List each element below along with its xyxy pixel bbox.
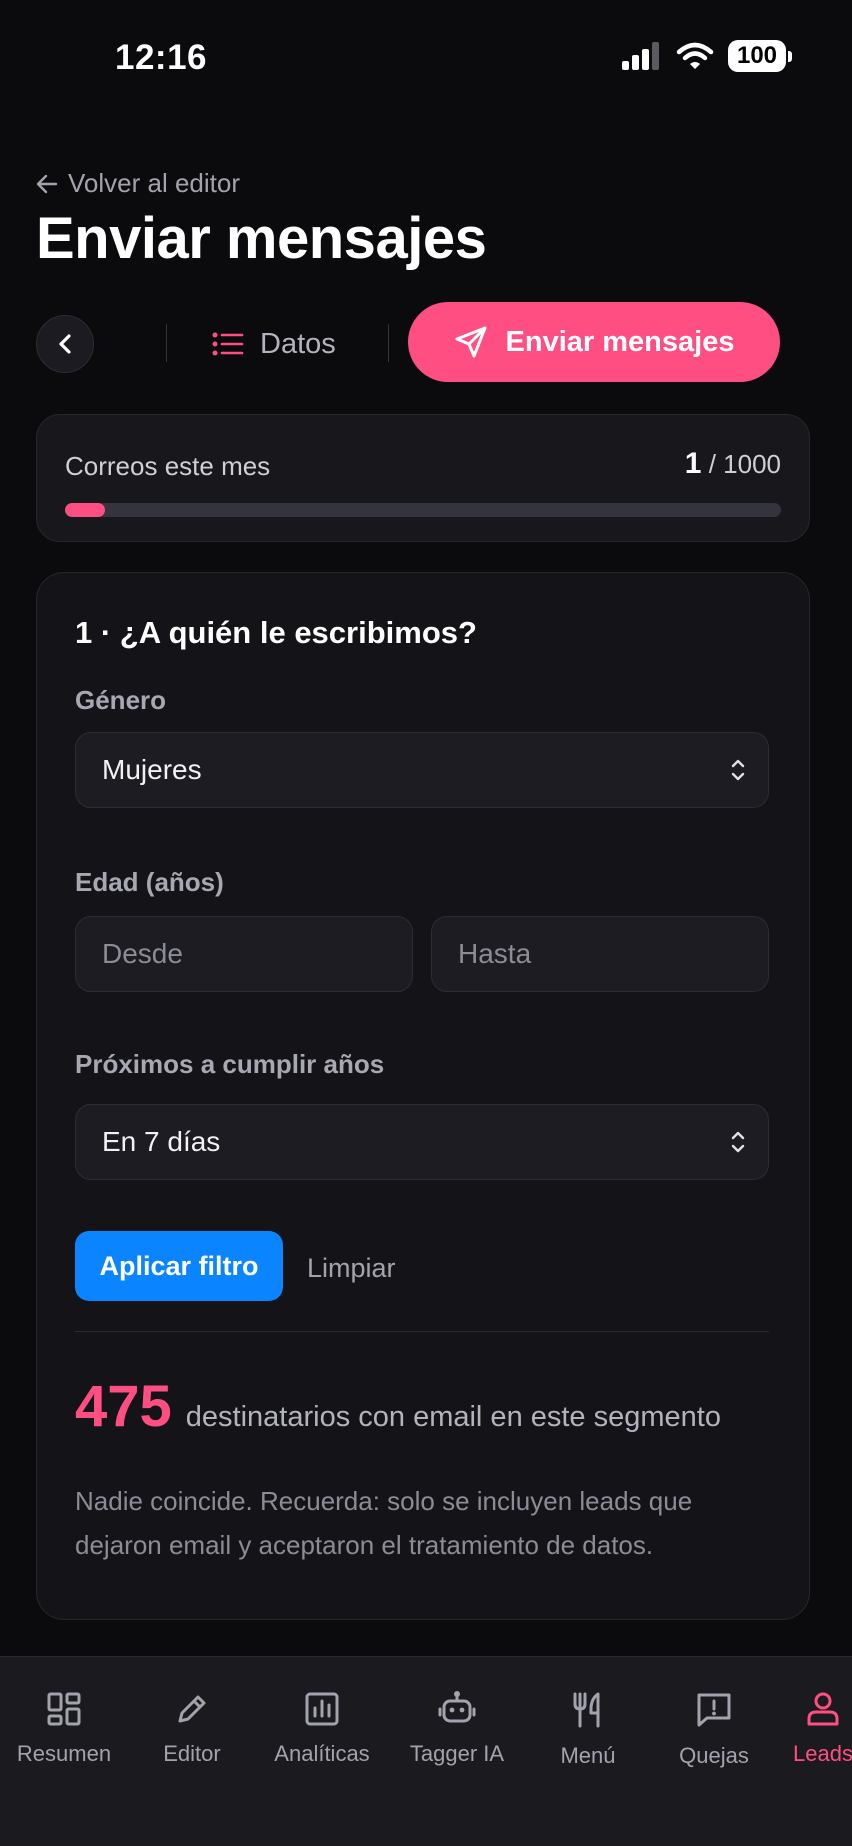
nav-item-editor[interactable]: Editor <box>127 1691 257 1767</box>
pencil-icon <box>178 1695 206 1723</box>
battery-icon: 100 <box>728 40 792 72</box>
nav-label: Quejas <box>679 1743 749 1768</box>
tab-send-messages[interactable]: Enviar mensajes <box>408 302 780 382</box>
send-paper-plane-icon <box>455 326 487 358</box>
segment-note: Nadie coincide. Recuerda: solo se incluy… <box>75 1486 693 1560</box>
nav-label: Resumen <box>16 1741 112 1766</box>
quota-limit: 1000 <box>723 449 781 479</box>
nav-label: Tagger IA <box>409 1741 505 1766</box>
birthday-select-value: En 7 días <box>102 1126 221 1157</box>
quota-count: 1 / 1000 <box>685 447 781 481</box>
birthday-label: Próximos a cumplir años <box>75 1049 385 1079</box>
tab-datos-label: Datos <box>260 327 336 360</box>
nav-item-resumen[interactable]: Resumen <box>0 1691 129 1767</box>
toolbar-divider <box>388 324 389 362</box>
send-messages-screen: 12:16 100 Volver al editor Enviar mensaj… <box>0 0 852 1846</box>
robot-icon <box>438 1691 476 1723</box>
nav-label: Analíticas <box>274 1741 370 1766</box>
nav-item-analiticas[interactable]: Analíticas <box>257 1691 387 1767</box>
status-icons: 100 <box>622 40 792 72</box>
recipient-filter-card: 1 · ¿A quién le escribimos? Género Mujer… <box>36 572 810 1620</box>
age-to-placeholder: Hasta <box>458 938 532 969</box>
quota-progress-bar <box>65 503 781 517</box>
section-divider <box>75 1331 769 1332</box>
alert-message-icon <box>697 1693 731 1727</box>
nav-label: Menú <box>560 1743 616 1768</box>
recipient-count-text: destinatarios con email en este segmento <box>185 1401 721 1433</box>
tab-datos[interactable]: Datos <box>212 316 336 372</box>
page-title: Enviar mensajes <box>36 206 487 271</box>
send-tab-label: Enviar mensajes <box>505 325 735 358</box>
gender-select[interactable]: Mujeres <box>75 732 769 808</box>
gender-label: Género <box>75 685 167 715</box>
wifi-icon <box>676 42 714 69</box>
status-time: 12:16 <box>115 38 208 77</box>
utensils-icon <box>573 1692 600 1728</box>
nav-item-tagger-ia[interactable]: Tagger IA <box>392 1691 522 1767</box>
toolbar-divider <box>166 324 167 362</box>
status-bar: 12:16 100 <box>0 0 852 110</box>
monthly-email-quota-card: Correos este mes 1 / 1000 <box>36 414 810 542</box>
quota-label: Correos este mes <box>65 451 271 481</box>
chevron-up-down-icon <box>731 1131 745 1153</box>
birthday-select[interactable]: En 7 días <box>75 1104 769 1180</box>
back-to-editor-link[interactable]: Volver al editor <box>36 168 240 199</box>
quota-separator: / <box>701 449 724 479</box>
list-icon <box>212 332 244 356</box>
toolbar: Datos Enviar mensajes <box>36 302 816 382</box>
back-link-label: Volver al editor <box>68 168 240 198</box>
age-from-input[interactable]: Desde <box>75 916 413 992</box>
apply-filter-button[interactable]: Aplicar filtro <box>75 1231 283 1301</box>
quota-progress-fill <box>65 503 106 517</box>
nav-label: Leads <box>793 1741 852 1766</box>
section-title: 1 · ¿A quién le escribimos? <box>75 615 477 650</box>
segment-result: 475 destinatarios con email en este segm… <box>75 1373 721 1440</box>
previous-button[interactable] <box>36 315 94 373</box>
nav-label: Editor <box>163 1741 221 1766</box>
cellular-signal-icon <box>622 42 659 70</box>
recipient-count: 475 <box>75 1374 172 1439</box>
gender-select-value: Mujeres <box>102 754 202 785</box>
battery-level: 100 <box>728 40 786 72</box>
age-label: Edad (años) <box>75 867 224 897</box>
chevron-left-icon <box>59 334 71 354</box>
clear-filter-button[interactable]: Limpiar <box>307 1253 396 1284</box>
age-to-input[interactable]: Hasta <box>431 916 769 992</box>
arrow-left-icon <box>36 174 58 193</box>
chevron-up-down-icon <box>731 759 745 781</box>
nav-item-menu[interactable]: Menú <box>523 1691 653 1769</box>
bar-chart-icon <box>305 1692 339 1726</box>
dashboard-icon <box>47 1692 81 1726</box>
person-icon <box>807 1692 839 1726</box>
battery-tip <box>788 50 792 62</box>
bottom-navigation: Resumen Editor Analíticas Tagger IA Menú… <box>0 1656 852 1846</box>
quota-used: 1 <box>684 447 702 480</box>
age-from-placeholder: Desde <box>102 938 183 969</box>
nav-item-leads[interactable]: Leads <box>758 1691 852 1767</box>
